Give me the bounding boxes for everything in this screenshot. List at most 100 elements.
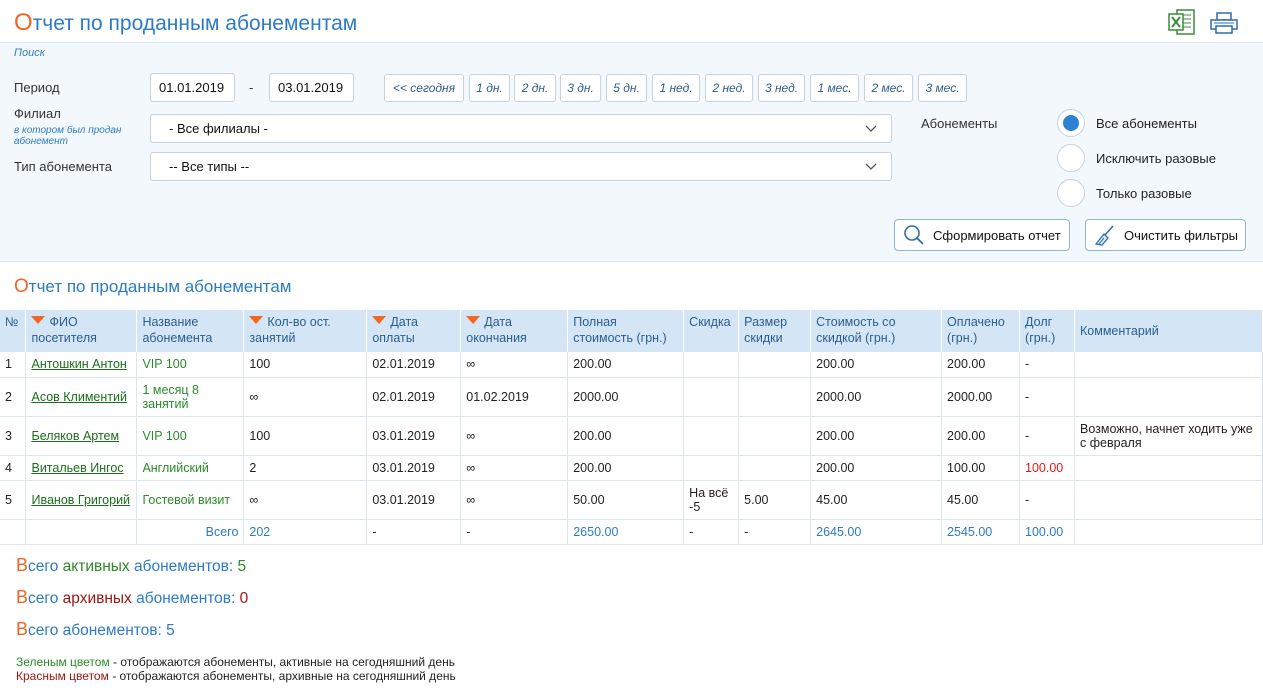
cell-paid: 200.00 xyxy=(941,352,1021,378)
cell-discount xyxy=(683,416,740,456)
client-link[interactable]: Антошкин Антон xyxy=(31,357,126,371)
summary-total: Всего абонементов: 5 xyxy=(16,619,175,639)
branch-select-value: - Все филиалы - xyxy=(169,121,268,136)
col-header-name: Название абонемента xyxy=(136,310,245,352)
radio-label: Исключить разовые xyxy=(1096,150,1216,166)
cell-name: VIP 100 xyxy=(136,352,245,378)
cell-fio: Иванов Григорий xyxy=(25,480,138,520)
range-today-button[interactable]: << сегодня xyxy=(384,74,464,102)
cell-fio: Витальев Ингос xyxy=(25,455,138,481)
broom-icon xyxy=(1094,225,1114,246)
total-label: Всего xyxy=(136,519,245,545)
col-header-end-date[interactable]: Дата окончания xyxy=(460,310,569,352)
range-1-month-button[interactable]: 1 мес. xyxy=(810,74,859,102)
summary-active: Всего активных абонементов: 5 xyxy=(16,555,247,575)
chevron-down-icon xyxy=(865,163,877,170)
type-select[interactable]: -- Все типы -- xyxy=(150,152,892,181)
cell-comment xyxy=(1074,455,1263,481)
col-header-comment: Комментарий xyxy=(1074,310,1263,352)
cell-disc-cost: 2000.00 xyxy=(810,377,943,417)
client-link[interactable]: Асов Климентий xyxy=(31,390,127,404)
table-row: 3 Беляков Артем VIP 100 100 03.01.2019 ∞… xyxy=(0,416,1263,456)
cell-debt: - xyxy=(1019,480,1076,520)
total-debt: 100.00 xyxy=(1019,519,1076,545)
cell-name: VIP 100 xyxy=(136,416,245,456)
cell-pay-date: 02.01.2019 xyxy=(366,377,462,417)
radio-all-subscriptions[interactable]: Все абонементы xyxy=(1057,109,1197,137)
filter-panel: Поиск Период 01.01.2019 - 03.01.2019 << … xyxy=(0,42,1263,262)
cell-empty xyxy=(1074,519,1263,545)
cell-num: 5 xyxy=(0,480,27,520)
branch-sublabel: в котором был продан абонемент xyxy=(14,125,122,147)
client-link[interactable]: Иванов Григорий xyxy=(31,493,130,507)
cell-full-cost: 50.00 xyxy=(567,480,685,520)
radio-only-single[interactable]: Только разовые xyxy=(1057,179,1192,207)
col-header-disc-cost: Стоимость со скидкой (грн.) xyxy=(810,310,943,352)
generate-report-button[interactable]: Сформировать отчет xyxy=(894,219,1070,251)
date-from-input[interactable]: 01.01.2019 xyxy=(150,73,235,102)
cell-full-cost: 200.00 xyxy=(567,352,685,378)
range-1-day-button[interactable]: 1 дн. xyxy=(469,74,510,102)
cell-disc-cost: 200.00 xyxy=(810,455,943,481)
cell-comment xyxy=(1074,480,1263,520)
cell-empty xyxy=(25,519,138,545)
range-2-months-button[interactable]: 2 мес. xyxy=(864,74,913,102)
cell-debt: - xyxy=(1019,377,1076,417)
total-paid: 2545.00 xyxy=(941,519,1021,545)
clear-filters-button[interactable]: Очистить фильтры xyxy=(1085,219,1246,251)
subscriptions-label: Абонементы xyxy=(921,116,998,131)
cell-comment xyxy=(1074,352,1263,378)
total-discount: - xyxy=(683,519,740,545)
cell-num: 2 xyxy=(0,377,27,417)
cell-debt: 100.00 xyxy=(1019,455,1076,481)
radio-exclude-single[interactable]: Исключить разовые xyxy=(1057,144,1216,172)
range-2-days-button[interactable]: 2 дн. xyxy=(514,74,556,102)
total-full-cost: 2650.00 xyxy=(567,519,685,545)
cell-discount-size xyxy=(738,377,812,417)
cell-discount xyxy=(683,377,740,417)
radio-button-checked[interactable] xyxy=(1057,109,1085,137)
range-5-days-button[interactable]: 5 дн. xyxy=(606,74,647,102)
excel-icon[interactable] xyxy=(1168,9,1196,35)
table-row: 4 Витальев Ингос Английский 2 03.01.2019… xyxy=(0,455,1263,481)
branch-select[interactable]: - Все филиалы - xyxy=(150,114,892,143)
col-header-full-cost: Полная стоимость (грн.) xyxy=(567,310,685,352)
range-1-week-button[interactable]: 1 нед. xyxy=(652,74,700,102)
branch-label: Филиал xyxy=(14,106,61,121)
date-to-input[interactable]: 03.01.2019 xyxy=(269,73,354,102)
cell-pay-date: 02.01.2019 xyxy=(366,352,462,378)
cell-end-date: ∞ xyxy=(460,416,569,456)
cell-count: 100 xyxy=(243,352,368,378)
cell-full-cost: 200.00 xyxy=(567,455,685,481)
cell-paid: 45.00 xyxy=(941,480,1021,520)
col-header-pay-date[interactable]: Дата оплаты xyxy=(366,310,462,352)
sort-arrow-icon xyxy=(249,316,264,324)
cell-paid: 200.00 xyxy=(941,416,1021,456)
cell-end-date: ∞ xyxy=(460,480,569,520)
cell-pay-date: 03.01.2019 xyxy=(366,416,462,456)
cell-fio: Асов Климентий xyxy=(25,377,138,417)
cell-count: 2 xyxy=(243,455,368,481)
cell-disc-cost: 200.00 xyxy=(810,352,943,378)
client-link[interactable]: Беляков Артем xyxy=(31,429,119,443)
printer-icon[interactable] xyxy=(1209,12,1239,34)
range-3-months-button[interactable]: 3 мес. xyxy=(918,74,967,102)
col-header-discount: Скидка xyxy=(683,310,740,352)
cell-discount xyxy=(683,455,740,481)
col-header-fio[interactable]: ФИО посетителя xyxy=(25,310,138,352)
col-header-paid: Оплачено (грн.) xyxy=(941,310,1021,352)
sort-arrow-icon xyxy=(31,316,46,324)
radio-button[interactable] xyxy=(1057,179,1085,207)
col-header-count[interactable]: Кол-во ост. занятий xyxy=(243,310,368,352)
radio-button[interactable] xyxy=(1057,144,1085,172)
range-2-weeks-button[interactable]: 2 нед. xyxy=(705,74,753,102)
range-3-days-button[interactable]: 3 дн. xyxy=(560,74,601,102)
client-link[interactable]: Витальев Ингос xyxy=(31,461,123,475)
table-row: 1 Антошкин Антон VIP 100 100 02.01.2019 … xyxy=(0,352,1263,378)
cell-name: 1 месяц 8 занятий xyxy=(136,377,245,417)
cell-disc-cost: 45.00 xyxy=(810,480,943,520)
range-3-weeks-button[interactable]: 3 нед. xyxy=(758,74,805,102)
type-label: Тип абонемента xyxy=(14,159,112,174)
generate-report-label: Сформировать отчет xyxy=(933,227,1061,243)
cell-name: Гостевой визит xyxy=(136,480,245,520)
